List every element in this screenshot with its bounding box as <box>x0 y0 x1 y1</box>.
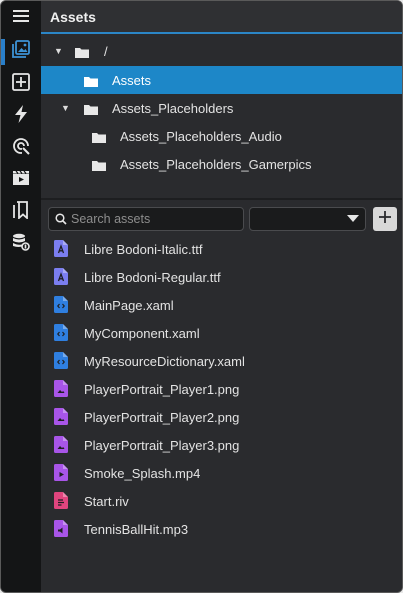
chevron-down-icon <box>347 215 359 222</box>
asset-name: Smoke_Splash.mp4 <box>84 466 201 481</box>
add-asset-button[interactable] <box>373 207 397 231</box>
tree-item-label: Assets_Placeholders <box>112 100 234 116</box>
font-file-icon <box>54 240 68 257</box>
asset-list-item[interactable]: PlayerPortrait_Player2.png <box>41 403 402 431</box>
asset-list-item[interactable]: MainPage.xaml <box>41 291 402 319</box>
image-file-icon <box>54 380 68 397</box>
panel-header: Assets <box>41 1 402 34</box>
folder-icon <box>92 131 106 143</box>
assets-panel: Assets ▼ / Assets ▼ Assets_Placeholders … <box>41 1 402 592</box>
panel-divider <box>41 198 402 200</box>
asset-name: MainPage.xaml <box>84 298 174 313</box>
panel-title: Assets <box>50 9 96 25</box>
themes-icon <box>12 137 30 160</box>
asset-list-item[interactable]: Libre Bodoni-Italic.ttf <box>41 235 402 263</box>
asset-name: PlayerPortrait_Player1.png <box>84 382 240 397</box>
asset-name: MyResourceDictionary.xaml <box>84 354 245 369</box>
search-icon <box>55 213 67 225</box>
font-file-icon <box>54 268 68 285</box>
expand-caret-icon[interactable]: ▼ <box>54 46 63 56</box>
bookmarks-icon <box>13 200 29 224</box>
video-file-icon <box>54 464 68 481</box>
folder-icon <box>84 75 98 87</box>
rive-file-icon <box>54 492 68 509</box>
themes-button[interactable] <box>1 133 41 163</box>
asset-name: TennisBallHit.mp3 <box>84 522 189 537</box>
code-file-icon <box>54 352 68 369</box>
asset-name: MyComponent.xaml <box>84 326 200 341</box>
tree-item-placeholders-gamerpics[interactable]: Assets_Placeholders_Gamerpics <box>41 150 402 178</box>
data-button[interactable] <box>1 229 41 259</box>
assets-window: Assets ▼ / Assets ▼ Assets_Placeholders … <box>0 0 403 593</box>
image-file-icon <box>54 436 68 453</box>
asset-list-item[interactable]: MyResourceDictionary.xaml <box>41 347 402 375</box>
search-box[interactable] <box>48 207 244 231</box>
media-icon <box>12 170 30 191</box>
data-icon <box>12 233 30 256</box>
menu-button[interactable] <box>1 3 41 33</box>
tree-item-assets[interactable]: Assets <box>41 66 402 94</box>
asset-name: PlayerPortrait_Player3.png <box>84 438 240 453</box>
tree-item-label: Assets_Placeholders_Audio <box>120 128 282 144</box>
bookmarks-button[interactable] <box>1 197 41 227</box>
folder-icon <box>84 103 98 115</box>
add-element-button[interactable] <box>1 69 41 99</box>
asset-name: Libre Bodoni-Italic.ttf <box>84 242 203 257</box>
asset-name: Libre Bodoni-Regular.ttf <box>84 270 221 285</box>
asset-list-item[interactable]: PlayerPortrait_Player1.png <box>41 375 402 403</box>
tree-item-root[interactable]: ▼ / <box>41 37 402 65</box>
assets-button[interactable] <box>1 36 41 66</box>
asset-list-item[interactable]: Start.riv <box>41 487 402 515</box>
triggers-button[interactable] <box>1 101 41 131</box>
asset-list-item[interactable]: Libre Bodoni-Regular.ttf <box>41 263 402 291</box>
tree-item-label: Assets_Placeholders_Gamerpics <box>120 156 312 172</box>
tree-item-label: Assets <box>112 72 152 88</box>
add-box-icon <box>12 72 30 96</box>
asset-list-item[interactable]: MyComponent.xaml <box>41 319 402 347</box>
media-button[interactable] <box>1 165 41 195</box>
asset-name: Start.riv <box>84 494 129 509</box>
audio-file-icon <box>54 520 68 537</box>
asset-list-item[interactable]: PlayerPortrait_Player3.png <box>41 431 402 459</box>
assets-icon <box>12 39 30 63</box>
menu-icon <box>13 9 29 28</box>
asset-name: PlayerPortrait_Player2.png <box>84 410 240 425</box>
folder-icon <box>75 46 89 58</box>
code-file-icon <box>54 324 68 341</box>
folder-icon <box>92 159 106 171</box>
asset-type-filter[interactable] <box>249 207 366 231</box>
tree-item-placeholders-audio[interactable]: Assets_Placeholders_Audio <box>41 122 402 150</box>
search-input[interactable] <box>71 212 231 226</box>
asset-list-item[interactable]: TennisBallHit.mp3 <box>41 515 402 543</box>
tree-item-assets-placeholders[interactable]: ▼ Assets_Placeholders <box>41 94 402 122</box>
expand-caret-icon[interactable]: ▼ <box>61 103 70 113</box>
plus-icon <box>379 210 391 228</box>
image-file-icon <box>54 408 68 425</box>
asset-list-item[interactable]: Smoke_Splash.mp4 <box>41 459 402 487</box>
folder-tree: ▼ / Assets ▼ Assets_Placeholders Assets_… <box>41 34 402 198</box>
left-toolbar <box>1 1 41 592</box>
tree-item-label: / <box>104 43 108 59</box>
code-file-icon <box>54 296 68 313</box>
lightning-icon <box>13 104 29 128</box>
